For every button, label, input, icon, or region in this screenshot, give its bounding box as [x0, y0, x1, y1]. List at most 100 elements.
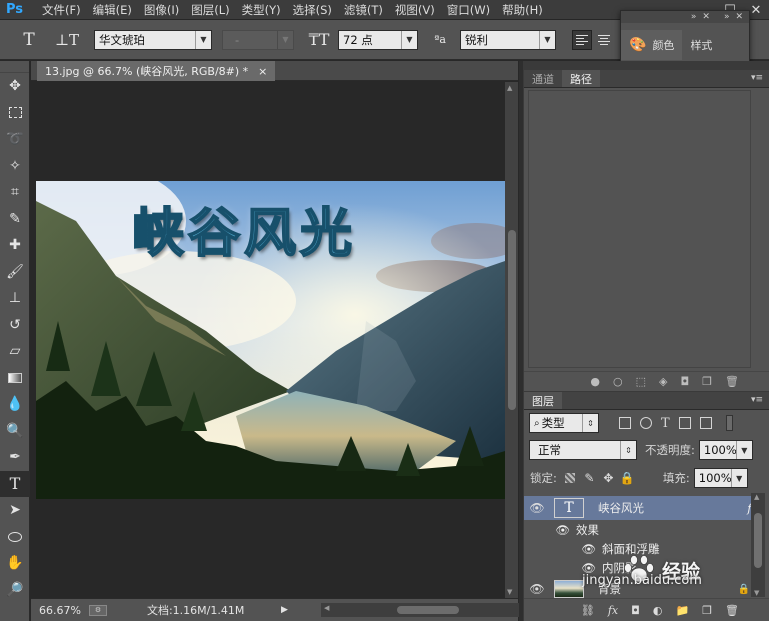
add-mask-icon[interactable]: ◘	[680, 375, 689, 388]
fill-path-icon[interactable]: ●	[590, 375, 600, 388]
scrollbar-thumb[interactable]	[754, 513, 762, 568]
style-panel-tab[interactable]: 样式	[682, 30, 720, 60]
scroll-down-icon[interactable]: ▼	[507, 588, 512, 596]
delete-layer-icon[interactable]: 🗑	[725, 604, 739, 617]
toolbar-grip[interactable]	[0, 61, 29, 73]
lock-all-icon[interactable]: 🔒	[620, 471, 635, 485]
magic-wand-tool-icon[interactable]: ✧	[0, 153, 30, 180]
close-tab-icon[interactable]: ×	[258, 65, 267, 78]
menu-edit[interactable]: 编辑(E)	[87, 0, 138, 20]
menu-select[interactable]: 选择(S)	[287, 0, 338, 20]
link-layers-icon[interactable]: ⛓	[581, 604, 595, 617]
zoom-level[interactable]: 66.67%	[39, 604, 81, 617]
filter-pixel-icon[interactable]	[619, 417, 631, 429]
font-style-select[interactable]: - ▼	[222, 29, 294, 50]
align-center-button[interactable]	[594, 30, 614, 50]
add-style-icon[interactable]: fx	[608, 604, 618, 617]
healing-brush-tool-icon[interactable]: ✚	[0, 232, 30, 259]
color-panel-tab[interactable]: 🎨 颜色	[621, 30, 683, 60]
filter-toggle-switch[interactable]	[725, 415, 733, 431]
visibility-eye-icon[interactable]: 👁	[524, 582, 550, 596]
history-brush-tool-icon[interactable]: ↺	[0, 312, 30, 339]
fill-field[interactable]: 100% ▼	[693, 468, 748, 488]
type-tool-icon[interactable]: T	[0, 470, 30, 497]
add-mask-icon[interactable]: ◘	[631, 604, 640, 617]
new-group-icon[interactable]: 📁	[675, 604, 689, 617]
zoom-tool-icon[interactable]: 🔎	[0, 577, 30, 604]
canvas-vertical-scrollbar[interactable]: ▲ ▼	[505, 82, 518, 598]
gradient-tool-icon[interactable]	[0, 365, 30, 392]
collapse-icon[interactable]: »	[691, 12, 697, 22]
scrollbar-thumb[interactable]	[397, 606, 459, 614]
panel-menu-icon[interactable]: ▾≡	[751, 395, 763, 405]
ellipse-tool-icon[interactable]	[0, 524, 30, 551]
menu-view[interactable]: 视图(V)	[389, 0, 441, 20]
menu-image[interactable]: 图像(I)	[138, 0, 185, 20]
brush-tool-icon[interactable]: 🖌	[0, 259, 30, 286]
scrollbar-thumb[interactable]	[508, 230, 516, 410]
filter-type-icon[interactable]: T	[661, 416, 670, 431]
panel-collapse-strip[interactable]	[519, 61, 523, 621]
scroll-up-icon[interactable]: ▲	[507, 84, 512, 92]
menu-help[interactable]: 帮助(H)	[496, 0, 549, 20]
make-work-path-icon[interactable]: ◈	[659, 375, 667, 388]
hand-tool-icon[interactable]: ✋	[0, 550, 30, 577]
pen-tool-icon[interactable]: ✒	[0, 444, 30, 471]
marquee-tool-icon[interactable]	[0, 100, 30, 127]
path-selection-tool-icon[interactable]: ➤	[0, 497, 30, 524]
lock-transparent-icon[interactable]	[565, 473, 576, 484]
layer-filter-select[interactable]: ⌕ 类型 ⇕	[529, 413, 599, 433]
layer-name[interactable]: 峡谷风光	[598, 500, 644, 516]
stroke-path-icon[interactable]: ○	[613, 375, 623, 388]
close-icon[interactable]: ✕	[702, 12, 710, 22]
tab-layers[interactable]: 图层	[524, 392, 562, 409]
collapse-icon[interactable]: »	[724, 12, 730, 22]
menu-file[interactable]: 文件(F)	[36, 0, 87, 20]
lasso-tool-icon[interactable]: ➰	[0, 126, 30, 153]
menu-filter[interactable]: 滤镜(T)	[338, 0, 389, 20]
lock-image-icon[interactable]: ✎	[584, 471, 595, 485]
new-path-icon[interactable]: ❐	[702, 375, 712, 388]
align-left-button[interactable]	[572, 29, 592, 50]
antialias-select[interactable]: 锐利 ▼	[460, 29, 556, 50]
load-selection-icon[interactable]: ⬚	[636, 375, 646, 388]
bevel-eye-icon[interactable]: 👁	[524, 542, 596, 556]
close-icon[interactable]: ✕	[735, 12, 743, 22]
status-options-icon[interactable]: ⚙	[88, 604, 107, 616]
document-tab[interactable]: 13.jpg @ 66.7% (峡谷风光, RGB/8#) * ×	[37, 61, 276, 81]
move-tool-icon[interactable]: ✥	[0, 73, 30, 100]
photo-title-text[interactable]: 峡谷风光	[131, 191, 356, 266]
scroll-up-icon[interactable]: ▲	[754, 493, 759, 501]
status-menu-arrow-icon[interactable]: ▶	[281, 605, 288, 615]
layers-scrollbar[interactable]: ▲ ▼	[751, 493, 765, 597]
adjustment-layer-icon[interactable]: ◐	[653, 604, 663, 617]
blur-tool-icon[interactable]: 💧	[0, 391, 30, 418]
opacity-field[interactable]: 100% ▼	[698, 440, 753, 460]
panel-menu-icon[interactable]: ▾≡	[751, 73, 763, 83]
layer-row-text[interactable]: 👁 T 峡谷风光 fx	[524, 496, 764, 520]
type-tool-preset-icon[interactable]: T	[14, 30, 44, 50]
layer-effects-row[interactable]: 👁 效果	[524, 520, 764, 540]
menu-layer[interactable]: 图层(L)	[185, 0, 235, 20]
blend-mode-select[interactable]: 正常 ⇕	[529, 440, 637, 460]
tab-channels[interactable]: 通道	[524, 70, 562, 87]
eyedropper-tool-icon[interactable]: ✎	[0, 206, 30, 233]
delete-path-icon[interactable]: 🗑	[725, 375, 739, 388]
effects-eye-icon[interactable]: 👁	[524, 523, 570, 537]
scroll-down-icon[interactable]: ▼	[754, 589, 759, 597]
menu-window[interactable]: 窗口(W)	[441, 0, 496, 20]
tab-paths[interactable]: 路径	[562, 70, 600, 87]
paths-list[interactable]	[528, 90, 751, 368]
document-size[interactable]: 文档:1.16M/1.41M	[147, 602, 244, 618]
font-family-select[interactable]: 华文琥珀 ▼	[94, 29, 212, 50]
crop-tool-icon[interactable]: ⌗	[0, 179, 30, 206]
lock-position-icon[interactable]: ✥	[603, 471, 614, 485]
floating-panel-header[interactable]: » ✕ » ✕	[621, 11, 749, 23]
filter-adjustment-icon[interactable]	[640, 417, 652, 429]
filter-smart-object-icon[interactable]	[699, 417, 712, 429]
scroll-left-icon[interactable]: ◀	[324, 604, 329, 612]
menu-type[interactable]: 类型(Y)	[236, 0, 287, 20]
dodge-tool-icon[interactable]: 🔍	[0, 418, 30, 445]
visibility-eye-icon[interactable]: 👁	[524, 501, 550, 515]
font-size-select[interactable]: 72 点 ▼	[338, 29, 418, 50]
